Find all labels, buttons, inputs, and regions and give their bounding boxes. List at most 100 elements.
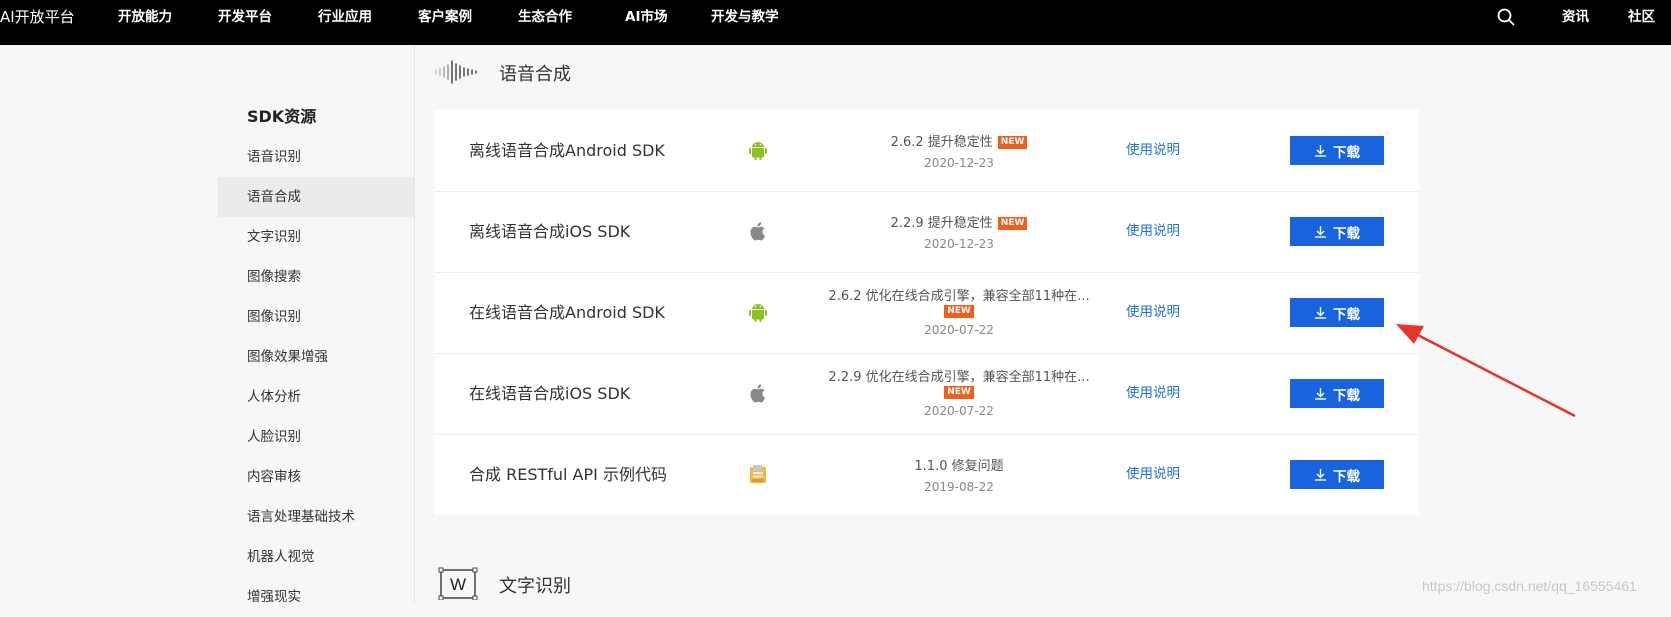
release-date: 2020-07-22 <box>924 404 994 418</box>
sdk-name: 离线语音合成iOS SDK <box>469 222 631 241</box>
sidebar-item-label: 内容审核 <box>247 469 301 485</box>
sidebar-item-label: 机器人视觉 <box>247 549 315 565</box>
version-cell: 1.1.0 修复问题 2019-08-22 <box>804 434 1114 515</box>
sidebar-item-label: 人体分析 <box>247 389 301 405</box>
table-row: 合成 RESTful API 示例代码 1.1.0 修复问题 2019-08-2… <box>434 434 1419 515</box>
version-text: 2.6.2 优化在线合成引擎，兼容全部11种在... <box>828 289 1090 304</box>
annotation-arrow-icon <box>1396 324 1576 418</box>
usage-doc-link[interactable]: 使用说明 <box>1126 110 1180 191</box>
sidebar-item-label: 文字识别 <box>247 229 301 245</box>
version-text: 2.6.2 提升稳定性 <box>890 135 993 150</box>
section-title: 文字识别 <box>499 576 571 597</box>
text-recognition-icon: W <box>438 567 478 600</box>
download-icon <box>1315 307 1326 319</box>
sidebar-item-robot-vision[interactable]: 机器人视觉 <box>218 537 414 577</box>
download-icon <box>1315 388 1326 400</box>
sidebar-item-body-analysis[interactable]: 人体分析 <box>218 377 414 417</box>
usage-doc-link[interactable]: 使用说明 <box>1126 272 1180 353</box>
waveform-icon <box>435 60 477 84</box>
sidebar-item-ar[interactable]: 增强现实 <box>218 577 414 617</box>
download-label: 下载 <box>1333 225 1360 242</box>
version-cell: 2.6.2 优化在线合成引擎，兼容全部11种在... NEW 2020-07-2… <box>804 272 1114 353</box>
ocr-icon-letter: W <box>450 575 466 594</box>
sidebar-title: SDK资源 <box>247 107 317 126</box>
download-button[interactable]: 下载 <box>1290 379 1384 408</box>
download-button[interactable]: 下载 <box>1290 136 1384 165</box>
new-badge: NEW <box>944 386 974 399</box>
nav-item-community[interactable]: 社区 <box>1628 0 1655 34</box>
download-button[interactable]: 下载 <box>1290 298 1384 327</box>
release-date: 2020-12-23 <box>924 156 994 170</box>
download-label: 下载 <box>1333 306 1360 323</box>
download-button[interactable]: 下载 <box>1290 217 1384 246</box>
sidebar: SDK资源 语音识别 语音合成 文字识别 图像搜索 图像识别 图像效果增强 人体… <box>0 45 415 605</box>
sidebar-item-label: 人脸识别 <box>247 429 301 445</box>
table-row: 离线语音合成Android SDK 2.6.2 提升稳定性 NEW 2020-12… <box>434 110 1419 192</box>
table-row: 在线语音合成Android SDK 2.6.2 优化在线合成引擎，兼容全部11种… <box>434 272 1419 354</box>
search-icon[interactable] <box>1497 8 1515 26</box>
sidebar-item-label: 图像搜索 <box>247 269 301 285</box>
release-date: 2020-07-22 <box>924 323 994 337</box>
sidebar-item-label: 语音识别 <box>247 149 301 165</box>
nav-item-dev-teaching[interactable]: 开发与教学 <box>711 0 779 34</box>
sdk-name: 合成 RESTful API 示例代码 <box>469 465 667 484</box>
sidebar-item-ocr[interactable]: 文字识别 <box>218 217 414 257</box>
nav-item-ai-market[interactable]: AI市场 <box>625 0 667 34</box>
new-badge: NEW <box>997 217 1028 230</box>
apple-icon <box>750 222 765 241</box>
new-badge: NEW <box>944 305 974 318</box>
download-icon <box>1315 145 1326 157</box>
download-label: 下载 <box>1333 468 1360 485</box>
sdk-name: 在线语音合成Android SDK <box>469 303 665 322</box>
new-badge: NEW <box>997 136 1028 149</box>
sidebar-item-speech-recognition[interactable]: 语音识别 <box>218 137 414 177</box>
release-date: 2019-08-22 <box>924 480 994 494</box>
version-cell: 2.6.2 提升稳定性 NEW 2020-12-23 <box>804 110 1114 191</box>
sidebar-item-label: 语音合成 <box>247 189 301 205</box>
release-date: 2020-12-23 <box>924 237 994 251</box>
nav-item-news[interactable]: 资讯 <box>1562 0 1589 34</box>
nav-item-cases[interactable]: 客户案例 <box>418 0 472 34</box>
usage-doc-link[interactable]: 使用说明 <box>1126 353 1180 434</box>
sdk-table: 离线语音合成Android SDK 2.6.2 提升稳定性 NEW 2020-12… <box>434 110 1419 515</box>
nav-item-open-capability[interactable]: 开放能力 <box>118 0 172 34</box>
download-button[interactable]: 下载 <box>1290 460 1384 489</box>
version-text: 2.2.9 提升稳定性 <box>890 216 993 231</box>
folder-code-icon <box>750 465 766 483</box>
download-label: 下载 <box>1333 387 1360 404</box>
android-icon <box>749 142 767 160</box>
download-icon <box>1315 469 1326 481</box>
nav-item-dev-platform[interactable]: 开发平台 <box>218 0 272 34</box>
sidebar-item-image-search[interactable]: 图像搜索 <box>218 257 414 297</box>
android-icon <box>749 304 767 322</box>
version-text: 2.2.9 优化在线合成引擎，兼容全部11种在... <box>828 370 1090 385</box>
version-cell: 2.2.9 优化在线合成引擎，兼容全部11种在... NEW 2020-07-2… <box>804 353 1114 434</box>
sidebar-item-content-review[interactable]: 内容审核 <box>218 457 414 497</box>
download-label: 下载 <box>1333 144 1360 161</box>
sidebar-item-label: 图像效果增强 <box>247 349 328 365</box>
usage-doc-link[interactable]: 使用说明 <box>1126 191 1180 272</box>
sidebar-item-image-recognition[interactable]: 图像识别 <box>218 297 414 337</box>
table-row: 离线语音合成iOS SDK 2.2.9 提升稳定性 NEW 2020-12-23 … <box>434 191 1419 273</box>
sdk-name: 离线语音合成Android SDK <box>469 141 665 160</box>
sidebar-item-face-recognition[interactable]: 人脸识别 <box>218 417 414 457</box>
sidebar-item-speech-synthesis[interactable]: 语音合成 <box>218 177 414 217</box>
nav-item-ecosystem[interactable]: 生态合作 <box>518 0 572 34</box>
sidebar-item-label: 图像识别 <box>247 309 301 325</box>
nav-item-industry[interactable]: 行业应用 <box>318 0 372 34</box>
sidebar-item-label: 语言处理基础技术 <box>247 509 355 525</box>
table-row: 在线语音合成iOS SDK 2.2.9 优化在线合成引擎，兼容全部11种在...… <box>434 353 1419 435</box>
sidebar-item-nlp-basic[interactable]: 语言处理基础技术 <box>218 497 414 537</box>
top-nav: AI开放平台 开放能力 开发平台 行业应用 客户案例 生态合作 AI市场 开发与… <box>0 0 1671 45</box>
sidebar-item-image-enhance[interactable]: 图像效果增强 <box>218 337 414 377</box>
download-icon <box>1315 226 1326 238</box>
platform-logo[interactable]: AI开放平台 <box>0 0 75 34</box>
version-cell: 2.2.9 提升稳定性 NEW 2020-12-23 <box>804 191 1114 272</box>
section-title: 语音合成 <box>499 64 571 85</box>
watermark: https://blog.csdn.net/qq_16555461 <box>1422 578 1637 594</box>
usage-doc-link[interactable]: 使用说明 <box>1126 434 1180 515</box>
sdk-name: 在线语音合成iOS SDK <box>469 384 631 403</box>
apple-icon <box>750 384 765 403</box>
version-text: 1.1.0 修复问题 <box>914 459 1004 474</box>
sidebar-item-label: 增强现实 <box>247 589 301 605</box>
